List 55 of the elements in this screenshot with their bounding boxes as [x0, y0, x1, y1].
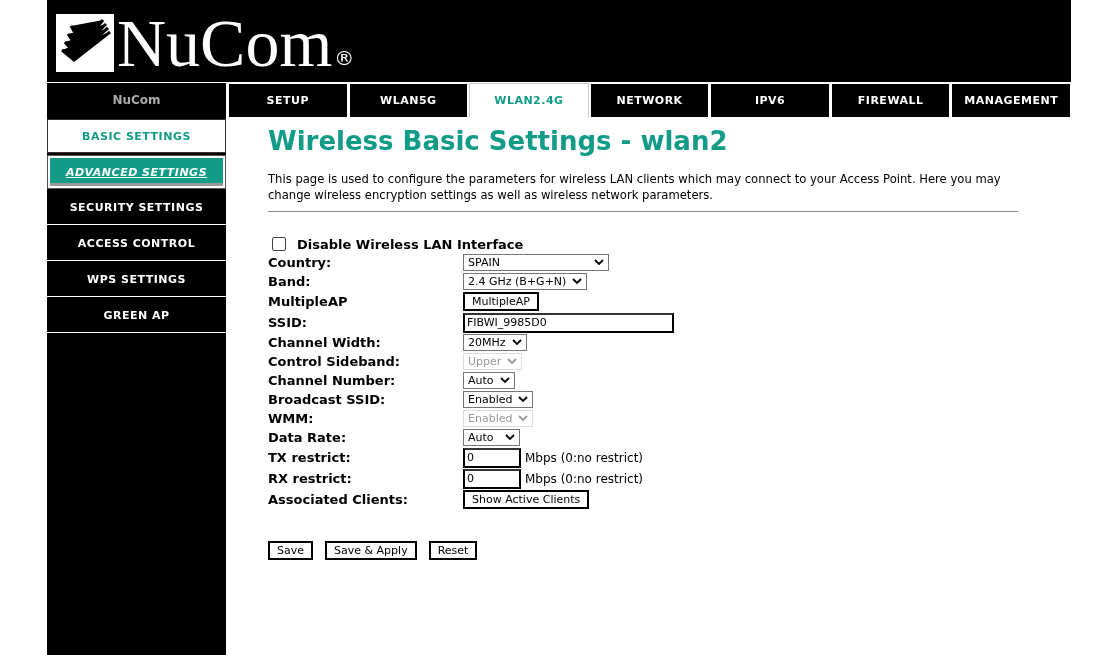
- sidebar-item[interactable]: SECURITY SETTINGS: [47, 191, 226, 225]
- page-description: This page is used to configure the parameters for wireless LAN clients which may connect to your Access Point. Here you may change wireless encryption settings as well as wireless network parameters.: [268, 171, 1002, 203]
- input-field[interactable]: 0: [463, 447, 521, 468]
- field-label: Channel Width:: [268, 335, 382, 350]
- unit-label: Mbps (0:no restrict): [525, 471, 644, 486]
- dropdown[interactable]: Enabled: [463, 391, 534, 408]
- chevron-down-icon: [518, 396, 529, 403]
- nav-tab[interactable]: SETUP: [228, 83, 348, 117]
- field-label: Control Sideband:: [268, 354, 402, 369]
- field-label: Associated Clients:: [268, 492, 409, 507]
- field-label: Channel Number:: [268, 373, 397, 388]
- dropdown[interactable]: SPAIN: [463, 254, 609, 271]
- checkbox[interactable]: [272, 237, 286, 251]
- field-label: SSID:: [268, 315, 308, 330]
- field-label: Country:: [268, 255, 333, 270]
- chevron-down-icon: [505, 434, 515, 441]
- button[interactable]: Reset: [428, 541, 478, 560]
- input-field[interactable]: FIBWI_9985D0: [463, 312, 674, 333]
- chevron-down-icon: [511, 339, 522, 346]
- field-label: Data Rate:: [268, 430, 348, 445]
- chevron-down-icon: [507, 358, 518, 365]
- field-label: TX restrict:: [268, 450, 352, 465]
- page-title: Wireless Basic Settings - wlan2: [268, 126, 729, 156]
- nav-tab[interactable]: FIREWALL: [830, 83, 951, 117]
- dropdown[interactable]: 2.4 GHz (B+G+N): [463, 273, 588, 290]
- sidebar-item[interactable]: WPS SETTINGS: [47, 263, 226, 297]
- logo-icon: [56, 14, 114, 72]
- button[interactable]: Save: [268, 541, 313, 560]
- button[interactable]: Show Active Clients: [463, 490, 590, 509]
- button[interactable]: MultipleAP: [463, 292, 539, 311]
- field-label: Band:: [268, 274, 312, 289]
- logo-text: NuCom: [117, 10, 333, 76]
- nav-tab[interactable]: NETWORK: [589, 83, 710, 117]
- unit-label: Mbps (0:no restrict): [525, 450, 644, 465]
- dropdown[interactable]: 20MHz: [463, 334, 527, 351]
- nav-tab[interactable]: MANAGEMENT: [951, 83, 1072, 117]
- sidebar-item[interactable]: GREEN AP: [47, 299, 226, 333]
- dropdown[interactable]: Auto: [463, 372, 515, 389]
- brand-label: NuCom: [47, 83, 226, 117]
- input-field[interactable]: 0: [463, 468, 521, 489]
- field-label: Broadcast SSID:: [268, 392, 387, 407]
- chevron-down-icon: [594, 259, 604, 266]
- nav-tab[interactable]: IPV6: [710, 83, 830, 117]
- field-label: RX restrict:: [268, 471, 353, 486]
- field-label: MultipleAP: [268, 294, 349, 309]
- nav-tab[interactable]: WLAN5G: [348, 83, 469, 117]
- dropdown[interactable]: Auto: [463, 429, 520, 446]
- chevron-down-icon: [572, 278, 583, 285]
- checkbox-label: Disable Wireless LAN Interface: [297, 236, 524, 252]
- button[interactable]: Save & Apply: [325, 541, 417, 560]
- chevron-down-icon: [518, 415, 529, 422]
- chevron-down-icon: [499, 377, 510, 384]
- registered-mark: ®: [334, 48, 355, 68]
- field-label: WMM:: [268, 411, 315, 426]
- sidebar-item[interactable]: ACCESS CONTROL: [47, 227, 226, 261]
